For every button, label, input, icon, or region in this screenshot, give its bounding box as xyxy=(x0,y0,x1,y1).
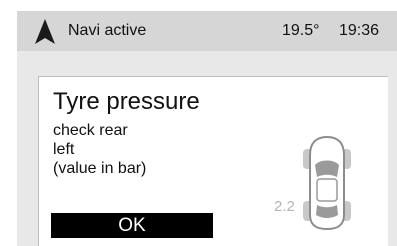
tyre-pressure-value: 2.2 xyxy=(274,198,295,215)
temperature-label: 19.5° xyxy=(282,22,320,39)
dialog-message-line: (value in bar) xyxy=(53,160,147,177)
car-top-view-icon xyxy=(303,135,351,231)
dialog-title: Tyre pressure xyxy=(53,88,200,115)
navi-status-label: Navi active xyxy=(68,22,147,39)
dialog-message-line: left xyxy=(53,141,75,158)
dialog-message-line: check rear xyxy=(53,122,128,139)
ok-button[interactable]: OK xyxy=(51,213,213,238)
navigation-arrow-icon xyxy=(35,19,55,44)
clock-label: 19:36 xyxy=(339,22,380,39)
